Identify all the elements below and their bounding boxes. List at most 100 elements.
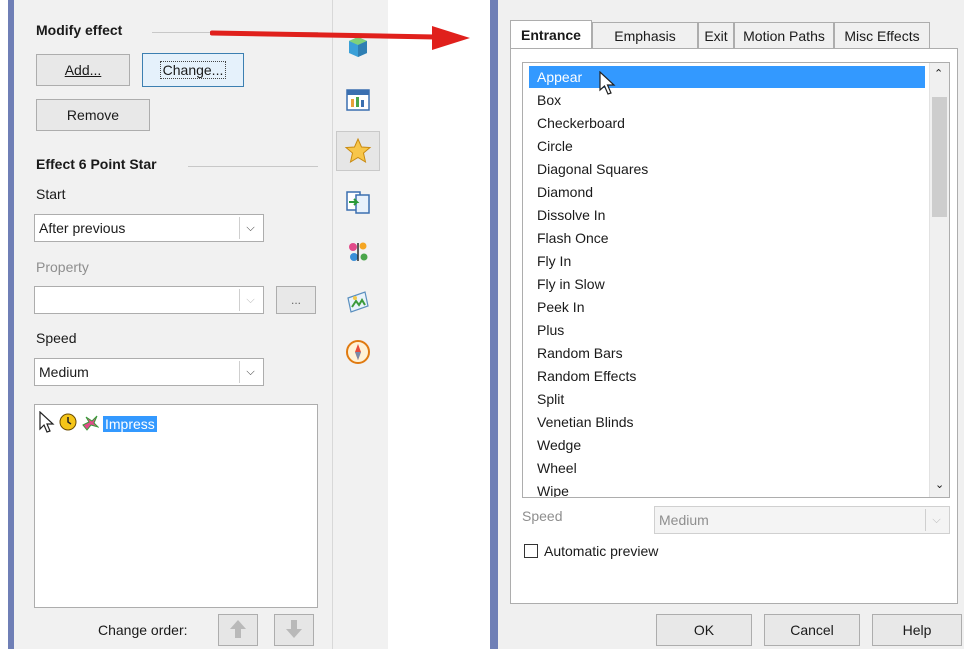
- effect-list-item[interactable]: Dissolve In: [537, 204, 605, 226]
- effect-list-item[interactable]: Circle: [537, 135, 573, 157]
- automatic-preview-label: Automatic preview: [544, 543, 659, 559]
- tab-exit[interactable]: Exit: [698, 22, 734, 48]
- effect-list-item[interactable]: Wedge: [537, 434, 581, 456]
- tab-misc-effects[interactable]: Misc Effects: [834, 22, 930, 48]
- mouse-cursor-icon: [599, 70, 617, 98]
- effect-label: Wheel: [537, 460, 577, 476]
- layouts-icon[interactable]: [344, 86, 372, 114]
- effect-list-item[interactable]: Wheel: [537, 457, 577, 479]
- ok-button[interactable]: OK: [656, 614, 752, 646]
- effect-label: Wipe: [537, 483, 569, 498]
- effect-list-item[interactable]: Flash Once: [537, 227, 609, 249]
- add-effect-button-label: Add...: [64, 62, 102, 78]
- dialog-speed-value: Medium: [659, 512, 709, 528]
- slide-transition-icon[interactable]: [344, 188, 372, 216]
- chevron-down-icon[interactable]: ⌵: [239, 217, 261, 239]
- add-effect-button[interactable]: Add...: [36, 54, 130, 86]
- styles-icon[interactable]: [344, 238, 372, 266]
- effects-listbox[interactable]: Appear Box Checkerboard Circle Diagonal …: [522, 62, 950, 498]
- scrollbar-thumb[interactable]: [932, 97, 947, 217]
- arrow-down-icon: [285, 619, 303, 642]
- effect-label: Box: [537, 92, 562, 108]
- custom-animation-icon[interactable]: [344, 137, 372, 165]
- start-select[interactable]: After previous ⌵: [34, 214, 264, 242]
- effect-list-item[interactable]: Random Effects: [537, 365, 636, 387]
- tab-entrance[interactable]: Entrance: [510, 20, 592, 49]
- move-down-button[interactable]: [274, 614, 314, 646]
- change-order-label: Change order:: [98, 622, 188, 638]
- scroll-up-icon[interactable]: ⌃: [934, 67, 943, 80]
- effect-label: Fly in Slow: [537, 276, 605, 292]
- effect-list-item[interactable]: Plus: [537, 319, 564, 341]
- arrow-up-icon: [229, 619, 247, 642]
- move-up-button[interactable]: [218, 614, 258, 646]
- tab-exit-label: Exit: [704, 27, 728, 44]
- effect-list-item[interactable]: Diagonal Squares: [537, 158, 648, 180]
- tab-motion-paths-label: Motion Paths: [743, 27, 825, 44]
- annotation-arrow: [210, 26, 470, 50]
- speed-select[interactable]: Medium ⌵: [34, 358, 264, 386]
- effect-label: Checkerboard: [537, 115, 625, 131]
- effect-label: Random Bars: [537, 345, 623, 361]
- effect-list-item[interactable]: Fly in Slow: [537, 273, 605, 295]
- property-options-button[interactable]: ...: [276, 286, 316, 314]
- effects-scrollbar[interactable]: ⌃ ⌄: [929, 63, 949, 497]
- clock-icon: [59, 413, 77, 434]
- effect-list-item[interactable]: Impress: [39, 410, 157, 436]
- effect-label: Dissolve In: [537, 207, 606, 223]
- mouse-cursor-icon: [39, 410, 55, 436]
- change-effect-button[interactable]: Change...: [142, 53, 244, 87]
- property-select[interactable]: ⌵: [34, 286, 264, 314]
- effect-label: Plus: [537, 322, 565, 338]
- help-button-label: Help: [902, 622, 932, 638]
- chevron-down-icon[interactable]: ⌵: [925, 509, 947, 531]
- effect-label: Random Effects: [537, 368, 637, 384]
- remove-effect-button[interactable]: Remove: [36, 99, 150, 131]
- help-button[interactable]: Help: [872, 614, 962, 646]
- tab-entrance-label: Entrance: [521, 27, 581, 43]
- effect-label: Diagonal Squares: [537, 161, 649, 177]
- dialog-window-border: [490, 0, 498, 649]
- effect-label: Wedge: [537, 437, 582, 453]
- effect-list-item[interactable]: Random Bars: [537, 342, 623, 364]
- effect-label: Diamond: [537, 184, 594, 200]
- automatic-preview-checkbox[interactable]: Automatic preview: [524, 543, 658, 559]
- checkbox-box[interactable]: [524, 544, 538, 558]
- effect-label: Flash Once: [537, 230, 609, 246]
- effect-label: Split: [537, 391, 565, 407]
- gallery-icon[interactable]: [344, 288, 372, 316]
- effect-list-item[interactable]: Fly In: [537, 250, 571, 272]
- effect-label: Circle: [537, 138, 573, 154]
- effect-list-item-appear[interactable]: Appear: [529, 66, 925, 88]
- effect-list-item[interactable]: Split: [537, 388, 564, 410]
- ok-button-label: OK: [693, 622, 715, 638]
- property-label: Property: [36, 259, 89, 275]
- scroll-down-icon[interactable]: ⌄: [935, 478, 944, 491]
- effect-list-item[interactable]: Checkerboard: [537, 112, 625, 134]
- speed-select-value: Medium: [39, 364, 89, 380]
- effect-list-item[interactable]: Venetian Blinds: [537, 411, 634, 433]
- effect-label: Peek In: [537, 299, 585, 315]
- effect-name-heading: Effect 6 Point Star: [36, 156, 157, 172]
- start-select-value: After previous: [39, 220, 126, 236]
- remove-effect-button-label: Remove: [66, 107, 120, 123]
- tab-emphasis-label: Emphasis: [614, 27, 676, 44]
- effect-list-item[interactable]: Peek In: [537, 296, 584, 318]
- chevron-down-icon[interactable]: ⌵: [239, 361, 261, 383]
- property-options-button-label: ...: [290, 293, 301, 307]
- cancel-button[interactable]: Cancel: [764, 614, 860, 646]
- tab-motion-paths[interactable]: Motion Paths: [734, 22, 834, 48]
- effect-label: Fly In: [537, 253, 572, 269]
- chevron-down-icon[interactable]: ⌵: [239, 289, 261, 311]
- tab-emphasis[interactable]: Emphasis: [592, 22, 698, 48]
- effect-name-divider: [188, 166, 318, 167]
- change-effect-button-label: Change...: [159, 61, 227, 79]
- effect-list[interactable]: Impress: [34, 404, 318, 608]
- dialog-speed-select[interactable]: Medium ⌵: [654, 506, 950, 534]
- navigator-icon[interactable]: [344, 338, 372, 366]
- effect-label: Venetian Blinds: [537, 414, 634, 430]
- effect-list-item[interactable]: Box: [537, 89, 561, 111]
- effect-list-item[interactable]: Wipe: [537, 480, 569, 498]
- speed-label: Speed: [36, 330, 77, 346]
- effect-list-item[interactable]: Diamond: [537, 181, 593, 203]
